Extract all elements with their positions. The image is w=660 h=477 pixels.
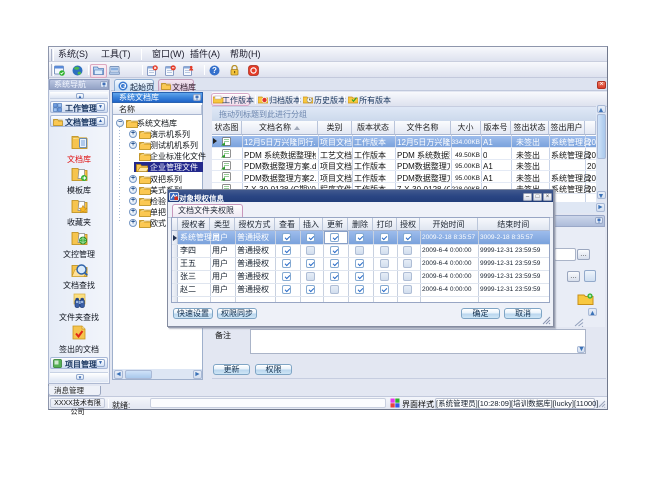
svg-text:?: ? [212, 66, 217, 75]
